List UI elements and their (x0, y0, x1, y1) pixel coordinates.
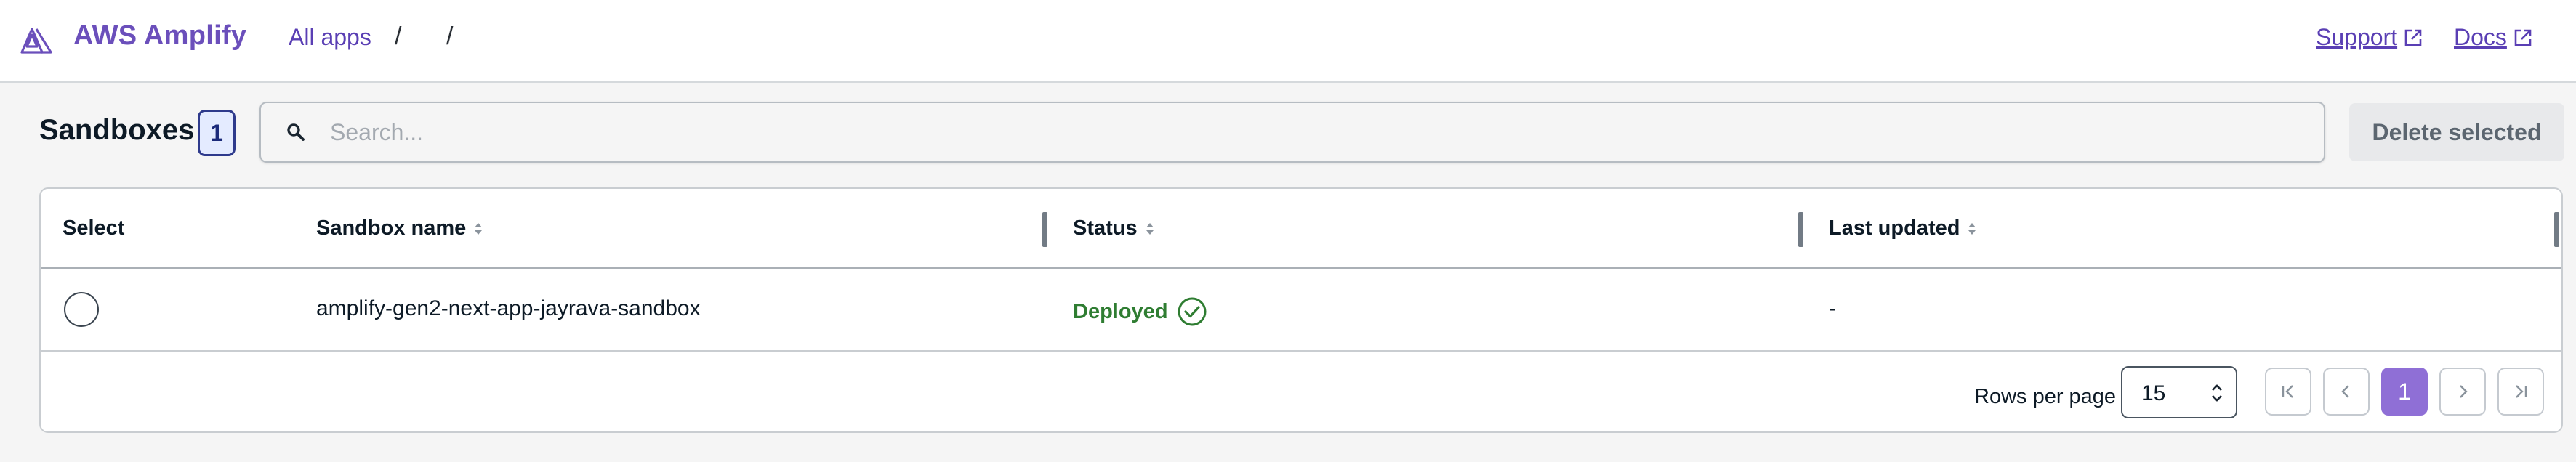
sort-icon (1968, 222, 1976, 235)
column-header-sandbox-name[interactable]: Sandbox name (316, 216, 483, 240)
rows-per-page-label: Rows per page (1974, 385, 2117, 408)
column-resize-handle[interactable] (2554, 212, 2559, 247)
breadcrumb-all-apps[interactable]: All apps (289, 24, 371, 51)
table-row: amplify-gen2-next-app-jayrava-sandbox De… (41, 269, 2561, 350)
sandboxes-table: Select Sandbox name Status Last updated … (39, 187, 2563, 433)
support-link-label: Support (2316, 24, 2398, 50)
first-page-icon (2282, 385, 2293, 398)
status-label: Deployed (1073, 299, 1168, 323)
first-page-button[interactable] (2265, 368, 2311, 416)
row-divider (41, 350, 2561, 352)
support-link[interactable]: Support (2316, 24, 2423, 51)
brand-title[interactable]: AWS Amplify (73, 20, 246, 52)
breadcrumb-separator: / (395, 23, 402, 50)
breadcrumb-separator: / (446, 23, 454, 50)
last-page-icon (2516, 385, 2527, 398)
next-page-icon (2460, 385, 2468, 398)
column-header-label: Status (1073, 216, 1138, 240)
column-header-label: Select (63, 216, 125, 240)
delete-selected-button[interactable]: Delete selected (2349, 103, 2564, 161)
sort-icon (1146, 222, 1154, 235)
column-resize-handle[interactable] (1798, 212, 1803, 247)
rows-per-page-value: 15 (2141, 381, 2166, 405)
last-updated-cell: - (1829, 296, 1836, 320)
top-header: AWS Amplify All apps / / Support Docs (0, 0, 2576, 83)
external-link-icon (2404, 29, 2422, 46)
search-box[interactable] (259, 102, 2325, 163)
external-link-icon (2514, 29, 2532, 46)
column-header-label: Last updated (1829, 216, 1960, 240)
rows-per-page-select[interactable]: 15 (2121, 366, 2237, 418)
sandbox-count-badge: 1 (198, 110, 236, 156)
sandbox-name-cell: amplify-gen2-next-app-jayrava-sandbox (316, 296, 701, 320)
column-header-last-updated[interactable]: Last updated (1829, 216, 1977, 240)
row-select-radio[interactable] (64, 292, 99, 327)
column-header-select: Select (63, 216, 124, 240)
docs-link-label: Docs (2454, 24, 2507, 50)
search-icon (287, 123, 305, 141)
chevron-updown-icon (2212, 384, 2222, 402)
docs-link[interactable]: Docs (2454, 24, 2533, 51)
next-page-button[interactable] (2439, 368, 2486, 416)
prev-page-icon (2341, 385, 2349, 398)
column-header-label: Sandbox name (316, 216, 467, 240)
check-circle-icon (1178, 297, 1207, 326)
sort-icon (475, 222, 483, 235)
search-input[interactable] (330, 113, 2293, 151)
column-resize-handle[interactable] (1042, 212, 1047, 247)
page-button-current[interactable]: 1 (2381, 368, 2428, 416)
status-cell: Deployed (1073, 296, 1207, 327)
column-header-status[interactable]: Status (1073, 216, 1155, 240)
last-page-button[interactable] (2497, 368, 2544, 416)
amplify-logo[interactable] (20, 25, 52, 54)
page-title: Sandboxes (39, 114, 195, 146)
prev-page-button[interactable] (2323, 368, 2370, 416)
